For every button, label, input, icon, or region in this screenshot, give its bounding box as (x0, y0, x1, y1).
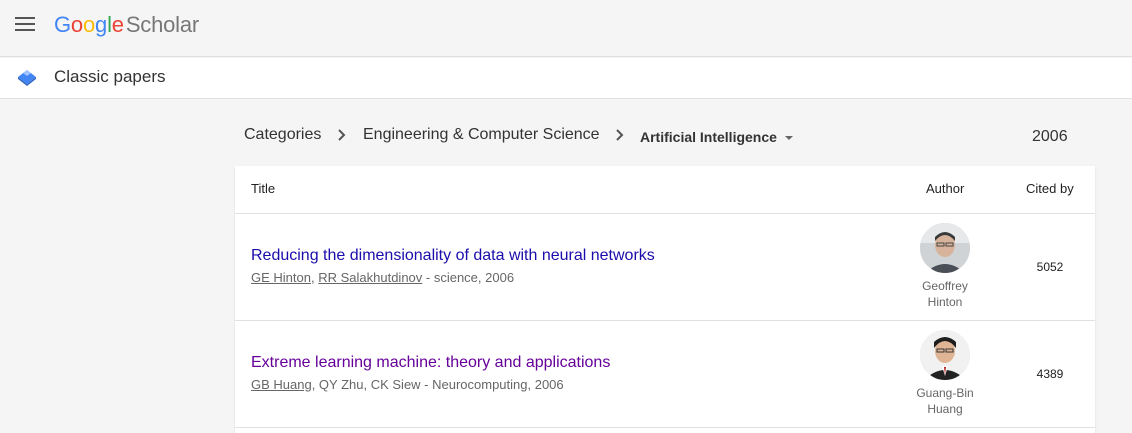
author-avatar[interactable] (920, 330, 970, 380)
results-table: Title Author Cited by Reducing the dimen… (235, 166, 1095, 433)
table-row: Reducing the dimensionality of data with… (235, 214, 1095, 321)
paper-title-link[interactable]: Reducing the dimensionality of data with… (251, 247, 655, 265)
column-header-title: Title (251, 181, 276, 196)
author-link[interactable]: RR Salakhutdinov (318, 270, 422, 285)
paper-meta: GE Hinton, RR Salakhutdinov - science, 2… (251, 270, 515, 285)
breadcrumb-categories[interactable]: Categories (244, 126, 321, 144)
category-dropdown-label: Artificial Intelligence (640, 129, 777, 145)
table-header: Title Author Cited by (235, 166, 1095, 214)
sub-header: Classic papers (0, 58, 1132, 99)
column-header-author: Author (926, 181, 965, 196)
venue-text: - science, 2006 (422, 270, 515, 285)
author-photo-icon (920, 223, 970, 273)
page-title: Classic papers (54, 67, 166, 86)
paper-title-link[interactable]: Extreme learning machine: theory and app… (251, 354, 610, 372)
category-dropdown[interactable]: Artificial Intelligence (640, 129, 793, 145)
chevron-right-icon (338, 129, 346, 141)
column-header-cited-by: Cited by (1026, 181, 1074, 196)
author-link[interactable]: GE Hinton (251, 270, 311, 285)
cited-by-count[interactable]: 5052 (1020, 260, 1080, 274)
breadcrumb: Categories Engineering & Computer Scienc… (244, 126, 1084, 148)
author-name[interactable]: Guang-Bin Huang (895, 385, 995, 417)
coauthors-text: , QY Zhu, CK Siew (311, 377, 421, 392)
author-name[interactable]: Geoffrey Hinton (895, 278, 995, 310)
author-photo-icon (920, 330, 970, 380)
author-avatar[interactable] (920, 223, 970, 273)
author-link[interactable]: GB Huang (251, 377, 312, 392)
hamburger-menu-icon[interactable] (15, 17, 35, 33)
year-selector[interactable]: 2006 (1032, 128, 1068, 146)
table-row: Extreme learning machine: theory and app… (235, 321, 1095, 428)
chevron-right-icon (616, 129, 624, 141)
breadcrumb-engineering[interactable]: Engineering & Computer Science (363, 126, 600, 144)
scholar-cap-icon (18, 70, 36, 86)
logo-product-name: Scholar (125, 12, 200, 37)
venue-text: - Neurocomputing, 2006 (420, 377, 564, 392)
paper-meta: GB Huang, QY Zhu, CK Siew - Neurocomputi… (251, 377, 564, 392)
caret-down-icon (784, 136, 793, 141)
top-bar: GoogleScholar (0, 0, 1132, 57)
cited-by-count[interactable]: 4389 (1020, 367, 1080, 381)
google-scholar-logo[interactable]: GoogleScholar (54, 12, 199, 38)
